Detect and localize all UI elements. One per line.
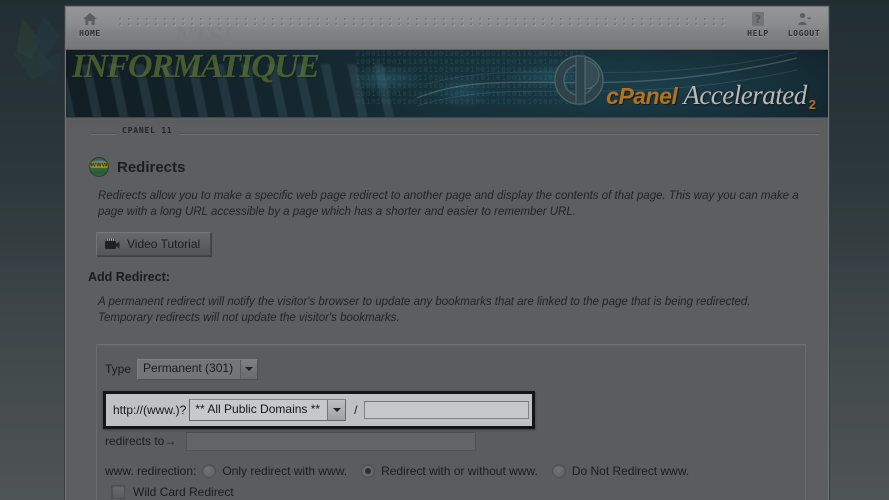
www-globe-icon: WWW [89,157,109,177]
domain-select-value: ** All Public Domains ** [195,402,321,416]
wildcard-redirect-row[interactable]: Wild Card Redirect [97,485,805,499]
banner-binary-texture: 0100110101001110010010101001010110100100… [355,50,585,106]
cpanel-version-fieldset: CPANEL 11 [90,126,818,140]
svg-text:WWW: WWW [90,163,107,169]
path-separator: / [354,403,358,417]
add-redirect-note: A permanent redirect will notify the vis… [98,296,751,324]
chevron-down-icon [240,359,258,379]
toolbar-dotted-separator [118,17,728,26]
radio-label: Only redirect with www. [222,464,348,478]
type-label: Type [105,362,132,376]
cpanel-banner: 0100110101001110010010101001010110100100… [66,50,828,118]
cpanel-brand-superscript: 2 [808,97,816,112]
source-path-input[interactable] [364,401,530,419]
wildcard-redirect-label: Wild Card Redirect [133,485,234,499]
fieldset-divider [90,133,818,135]
desktop-background: NTSI HOME ? HELP LOGOUT 0100110101001110… [0,0,889,500]
cpanel-brand-primary: cPanel [606,83,678,109]
redirects-to-row: redirects to→ [97,429,805,453]
radio-option-only-www[interactable]: Only redirect with www. [202,464,347,478]
toolbar-logout-button[interactable]: LOGOUT [782,9,826,38]
www-redirection-label: www. redirection: [105,464,197,478]
video-camera-icon [105,238,120,249]
chevron-down-icon [327,400,346,420]
add-redirect-heading: Add Redirect: [88,270,170,284]
type-row: Type Permanent (301) [97,357,805,381]
cpanel-version-label: CPANEL 11 [116,126,179,135]
radio-label: Redirect with or without www. [381,464,538,478]
add-redirect-form: Type Permanent (301) http://(www.)? ** A… [96,344,806,500]
top-toolbar: NTSI HOME ? HELP LOGOUT [66,7,828,51]
checkbox-icon [111,485,125,499]
radio-option-do-not-redirect[interactable]: Do Not Redirect www. [551,464,690,478]
redirects-to-input[interactable] [186,431,477,451]
radio-option-with-or-without-www[interactable]: Redirect with or without www. [361,464,538,478]
video-tutorial-label: Video Tutorial [127,237,201,251]
toolbar-logout-label: LOGOUT [787,29,821,38]
toolbar-help-label: HELP [747,29,769,38]
question-mark-icon: ? [736,9,780,29]
svg-text:?: ? [755,13,761,26]
source-url-row: http://(www.)? ** All Public Domains ** … [103,391,535,429]
house-icon [68,9,112,29]
radio-icon-selected [361,464,376,478]
redirects-to-label: redirects to→ [105,434,177,448]
page-title-row: WWW Redirects [88,156,828,178]
radio-label: Do Not Redirect www. [571,464,690,478]
banner-server-texture [66,64,396,117]
banner-swoosh-icon [416,52,797,107]
user-logout-icon [782,9,826,29]
www-redirection-row: www. redirection: Only redirect with www… [97,464,805,478]
page-description: Redirects allow you to make a specific w… [98,190,799,218]
cpanel-logo: cPanel Accelerated 2 [554,53,816,113]
banner-watermark-text: INFORMATIQUE [72,50,320,85]
radio-icon [202,464,217,478]
type-select-value: Permanent (301) [143,360,234,375]
cpanel-mark-icon [554,55,604,105]
toolbar-home-label: HOME [79,29,101,38]
cpanel-brand-secondary: Accelerated [683,80,807,110]
main-content: CPANEL 11 WWW Redirects Redirects allow … [66,126,828,500]
logo-watermark-icon [14,16,60,84]
toolbar-help-button[interactable]: ? HELP [736,9,780,38]
video-tutorial-button[interactable]: Video Tutorial [96,232,212,256]
domain-select[interactable]: ** All Public Domains ** [189,399,347,421]
toolbar-home-button[interactable]: HOME [68,9,112,38]
banner-world-map [325,56,626,114]
type-select[interactable]: Permanent (301) [137,358,259,380]
cpanel-window: NTSI HOME ? HELP LOGOUT 0100110101001110… [65,6,829,500]
page-title: Redirects [117,158,186,176]
radio-icon [551,464,566,478]
protocol-prefix-label: http://(www.)? [113,403,187,417]
